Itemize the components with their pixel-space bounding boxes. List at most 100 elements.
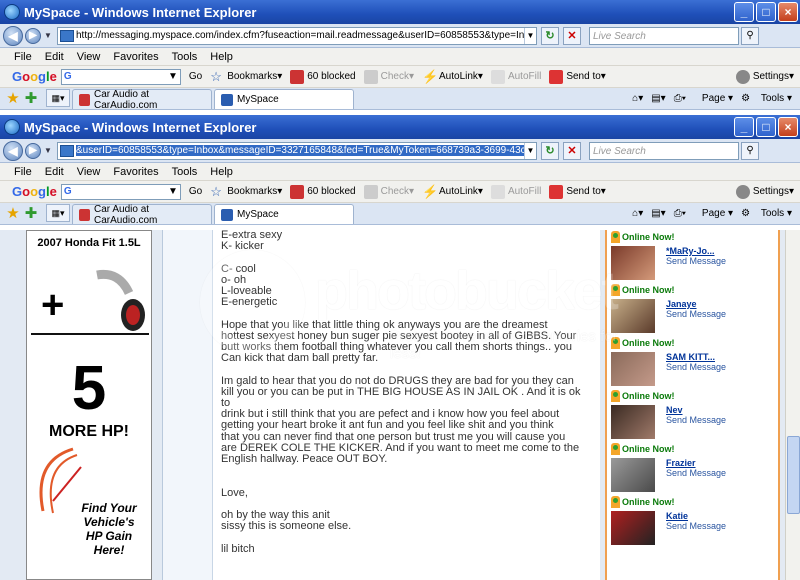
- menu-file[interactable]: File: [14, 166, 32, 178]
- ad-banner[interactable]: 2007 Honda Fit 1.5L + 5 MORE HP! Find Yo…: [26, 230, 152, 580]
- ad-cta: Find Your Vehicle's HP Gain Here!: [81, 501, 137, 557]
- print-icon[interactable]: ⎙▾: [674, 208, 686, 219]
- refresh-icon[interactable]: ↻: [541, 26, 559, 45]
- tab-caraudio[interactable]: Car Audio at CarAudio.com: [72, 89, 212, 111]
- friend-avatar[interactable]: [611, 299, 655, 333]
- close-button[interactable]: ×: [778, 2, 798, 22]
- vertical-scrollbar[interactable]: [785, 230, 800, 580]
- send-to-button[interactable]: Send to ▾: [549, 69, 606, 84]
- send-message-link[interactable]: Send Message: [666, 309, 726, 319]
- friend-avatar[interactable]: [611, 405, 655, 439]
- google-logo: Google: [12, 184, 57, 199]
- menu-help[interactable]: Help: [210, 166, 233, 178]
- feeds-icon[interactable]: ▤▾: [651, 93, 665, 104]
- friend-name-link[interactable]: Frazier: [666, 458, 696, 468]
- refresh-icon[interactable]: ↻: [541, 141, 559, 160]
- send-message-link[interactable]: Send Message: [666, 362, 726, 372]
- send-message-link[interactable]: Send Message: [666, 415, 726, 425]
- friend-name-link[interactable]: Janaye: [666, 299, 697, 309]
- friend-name-link[interactable]: *MaRy-Jo...: [666, 246, 715, 256]
- go-button[interactable]: Go: [189, 71, 202, 82]
- menu-tools[interactable]: Tools: [172, 51, 198, 63]
- url-field-2[interactable]: &userID=60858553&type=Inbox&messageID=33…: [57, 141, 537, 160]
- url-dropdown-icon[interactable]: ▼: [524, 142, 536, 159]
- stop-icon[interactable]: ✕: [563, 141, 581, 160]
- menu-tools[interactable]: Tools: [172, 166, 198, 178]
- popup-blocked-button[interactable]: 60 blocked: [290, 69, 356, 84]
- close-button[interactable]: ×: [778, 117, 798, 137]
- settings-button[interactable]: Settings ▾: [735, 69, 794, 84]
- search-icon[interactable]: ⚲: [741, 26, 759, 45]
- stop-icon[interactable]: ✕: [563, 26, 581, 45]
- autofill-button[interactable]: AutoFill: [490, 184, 541, 199]
- maximize-button[interactable]: □: [756, 117, 776, 137]
- settings-button[interactable]: Settings ▾: [735, 184, 794, 199]
- check-button[interactable]: Check ▾: [363, 69, 414, 84]
- bookmarks-button[interactable]: ☆ Bookmarks ▾: [210, 69, 282, 84]
- menu-edit[interactable]: Edit: [45, 166, 64, 178]
- quick-tabs-icon[interactable]: ▦▾: [46, 204, 70, 222]
- friend-name-link[interactable]: Katie: [666, 511, 688, 521]
- url-field[interactable]: http://messaging.myspace.com/index.cfm?f…: [57, 26, 537, 45]
- add-favorites-icon[interactable]: ✚: [22, 89, 40, 107]
- send-message-link[interactable]: Send Message: [666, 256, 726, 266]
- tools-menu[interactable]: ⚙ Tools ▾: [741, 93, 792, 104]
- menu-edit[interactable]: Edit: [45, 51, 64, 63]
- menu-help[interactable]: Help: [210, 51, 233, 63]
- add-favorites-icon[interactable]: ✚: [22, 204, 40, 222]
- autolink-button[interactable]: ⚡ AutoLink ▾: [422, 69, 483, 84]
- menu-file[interactable]: File: [14, 51, 32, 63]
- history-dropdown-icon[interactable]: ▼: [43, 143, 53, 159]
- message-line: o- oh: [221, 273, 247, 286]
- send-message-link[interactable]: Send Message: [666, 468, 726, 478]
- home-icon[interactable]: ⌂▾: [632, 208, 643, 219]
- autolink-button[interactable]: ⚡ AutoLink ▾: [422, 184, 483, 199]
- quick-tabs-icon[interactable]: ▦▾: [46, 89, 70, 107]
- friend-avatar[interactable]: [611, 246, 655, 280]
- popup-blocked-button[interactable]: 60 blocked: [290, 184, 356, 199]
- history-dropdown-icon[interactable]: ▼: [43, 28, 53, 44]
- menu-view[interactable]: View: [77, 166, 101, 178]
- search-input-2[interactable]: Live Search: [589, 141, 739, 160]
- back-icon[interactable]: ◀: [3, 140, 23, 161]
- url-text-selected[interactable]: &userID=60858553&type=Inbox&messageID=33…: [76, 145, 524, 156]
- page-menu[interactable]: Page ▾: [694, 93, 733, 104]
- back-icon[interactable]: ◀: [3, 25, 23, 46]
- url-dropdown-icon[interactable]: ▼: [524, 27, 536, 44]
- tab-caraudio[interactable]: Car Audio at CarAudio.com: [72, 204, 212, 226]
- friend-avatar[interactable]: [611, 458, 655, 492]
- print-icon[interactable]: ⎙▾: [674, 93, 686, 104]
- go-button[interactable]: Go: [189, 186, 202, 197]
- friend-name-link[interactable]: SAM KITT...: [666, 352, 715, 362]
- search-icon[interactable]: ⚲: [741, 141, 759, 160]
- forward-icon[interactable]: ▶: [25, 27, 41, 44]
- minimize-button[interactable]: _: [734, 117, 754, 137]
- tab-myspace[interactable]: MySpace: [214, 204, 354, 224]
- search-input[interactable]: Live Search: [589, 26, 739, 45]
- favorites-star-icon[interactable]: ★: [4, 204, 22, 222]
- tools-menu[interactable]: ⚙ Tools ▾: [741, 208, 792, 219]
- check-button[interactable]: Check ▾: [363, 184, 414, 199]
- tab-myspace[interactable]: MySpace: [214, 89, 354, 109]
- bookmarks-button[interactable]: ☆ Bookmarks ▾: [210, 184, 282, 199]
- menu-favorites[interactable]: Favorites: [113, 51, 158, 63]
- home-icon[interactable]: ⌂▾: [632, 93, 643, 104]
- autofill-button[interactable]: AutoFill: [490, 69, 541, 84]
- forward-icon[interactable]: ▶: [25, 142, 41, 159]
- menu-view[interactable]: View: [77, 51, 101, 63]
- feeds-icon[interactable]: ▤▾: [651, 208, 665, 219]
- minimize-button[interactable]: _: [734, 2, 754, 22]
- favorites-star-icon[interactable]: ★: [4, 89, 22, 107]
- send-message-link[interactable]: Send Message: [666, 521, 726, 531]
- google-search-input[interactable]: G ▼: [60, 68, 181, 85]
- friend-avatar[interactable]: [611, 511, 655, 545]
- send-to-button[interactable]: Send to ▾: [549, 184, 606, 199]
- google-search-input[interactable]: G ▼: [60, 183, 181, 200]
- url-text[interactable]: http://messaging.myspace.com/index.cfm?f…: [76, 30, 524, 41]
- maximize-button[interactable]: □: [756, 2, 776, 22]
- scrollbar-thumb[interactable]: [787, 436, 800, 514]
- menu-favorites[interactable]: Favorites: [113, 166, 158, 178]
- friend-name-link[interactable]: Nev: [666, 405, 683, 415]
- page-menu[interactable]: Page ▾: [694, 208, 733, 219]
- friend-avatar[interactable]: [611, 352, 655, 386]
